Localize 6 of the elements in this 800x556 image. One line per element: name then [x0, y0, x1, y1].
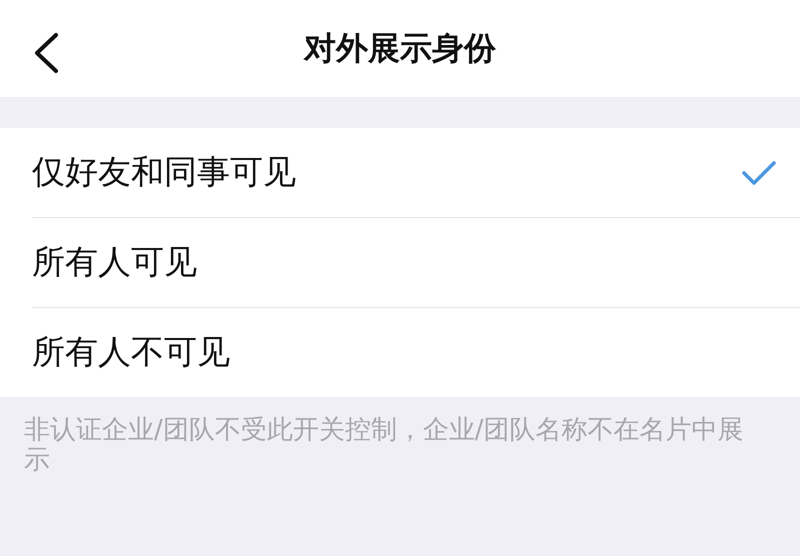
back-icon[interactable] — [32, 32, 60, 74]
note-text: 非认证企业/团队不受此开关控制，企业/团队名称不在名片中展示 — [23, 414, 745, 475]
option-item[interactable]: 所有人不可见 — [32, 308, 800, 397]
page-title: 对外展示身份 — [304, 28, 496, 68]
option-item[interactable]: 所有人可见 — [32, 218, 800, 308]
option-item[interactable]: 仅好友和同事可见 — [32, 128, 800, 218]
